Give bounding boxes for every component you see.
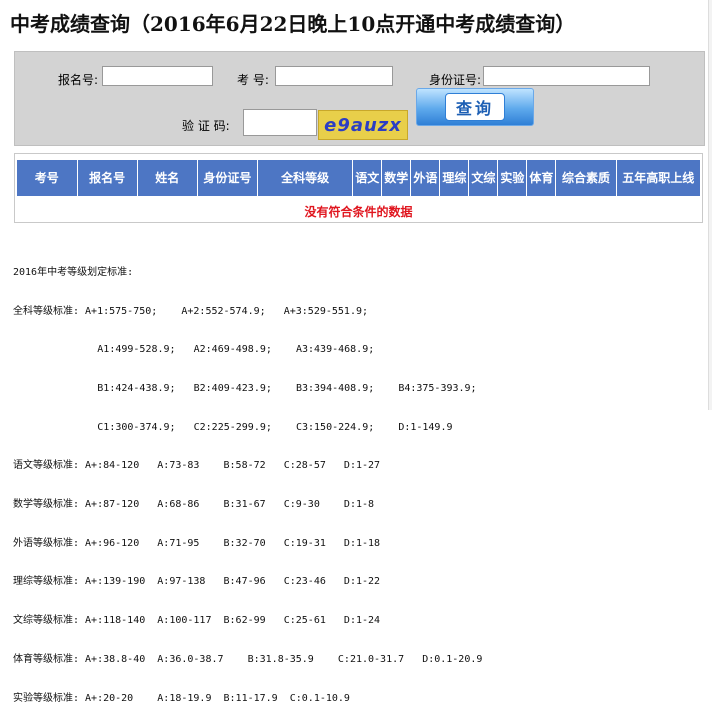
column-header: 外语: [410, 160, 441, 196]
column-header: 数学: [381, 160, 412, 196]
standards-line: 语文等级标准: A+:84-120 A:73-83 B:58-72 C:28-5…: [13, 460, 381, 472]
captcha-input[interactable]: [243, 109, 317, 136]
column-header: 实验: [497, 160, 528, 196]
standards-line: 全科等级标准: A+1:575-750; A+2:552-574.9; A+3:…: [13, 305, 369, 317]
standards-line: B1:424-438.9; B2:409-423.9; B3:394-408.9…: [13, 382, 477, 394]
id-no-label: 身份证号:: [429, 73, 482, 87]
column-header: 理综: [439, 160, 470, 196]
query-button-label: 查询: [444, 93, 505, 121]
standards-line: 体育等级标准: A+:38.8-40 A:36.0-38.7 B:31.8-35…: [13, 653, 483, 665]
exam-no-label: 考 号:: [237, 73, 269, 87]
column-header: 五年高职上线: [616, 160, 700, 196]
column-header: 身份证号: [197, 160, 258, 196]
results-table: 考号 报名号 姓名 身份证号 全科等级 语文 数学 外语 理综 文综 实验 体育…: [17, 160, 700, 196]
column-header: 语文: [352, 160, 383, 196]
column-header: 综合素质: [555, 160, 617, 196]
results-header-row: 考号 报名号 姓名 身份证号 全科等级 语文 数学 外语 理综 文综 实验 体育…: [17, 160, 700, 196]
captcha-label: 验 证 码:: [182, 119, 230, 133]
query-button[interactable]: 查询: [416, 88, 534, 126]
captcha-image[interactable]: e9auzx: [318, 110, 408, 140]
standards-line: C1:300-374.9; C2:225-299.9; C3:150-224.9…: [13, 421, 453, 433]
standards-line: 文综等级标准: A+:118-140 A:100-117 B:62-99 C:2…: [13, 615, 381, 627]
window-scrollbar-edge[interactable]: [708, 0, 712, 410]
id-no-input[interactable]: [483, 66, 650, 86]
standards-line: 数学等级标准: A+:87-120 A:68-86 B:31-67 C:9-30…: [13, 499, 375, 511]
column-header: 报名号: [77, 160, 138, 196]
standards-heading: 2016年中考等级划定标准:: [13, 266, 134, 278]
grading-standards: 2016年中考等级划定标准: 全科等级标准: A+1:575-750; A+2:…: [13, 241, 482, 718]
standards-line: A1:499-528.9; A2:469-498.9; A3:439-468.9…: [13, 344, 375, 356]
standards-line: 理综等级标准: A+:139-190 A:97-138 B:47-96 C:23…: [13, 576, 381, 588]
registration-no-input[interactable]: [102, 66, 213, 86]
page-title: 中考成绩查询（2016年6月22日晚上10点开通中考成绩查询）: [10, 12, 576, 36]
captcha-image-text: e9auzx: [324, 114, 402, 136]
column-header: 体育: [526, 160, 557, 196]
standards-line: 外语等级标准: A+:96-120 A:71-95 B:32-70 C:19-3…: [13, 537, 381, 549]
column-header: 全科等级: [257, 160, 354, 196]
column-header: 姓名: [137, 160, 198, 196]
exam-no-input[interactable]: [275, 66, 393, 86]
registration-no-label: 报名号:: [58, 73, 99, 87]
empty-results-message: 没有符合条件的数据: [304, 205, 413, 219]
column-header: 考号: [17, 160, 78, 196]
column-header: 文综: [468, 160, 499, 196]
standards-line: 实验等级标准: A+:20-20 A:18-19.9 B:11-17.9 C:0…: [13, 692, 350, 704]
